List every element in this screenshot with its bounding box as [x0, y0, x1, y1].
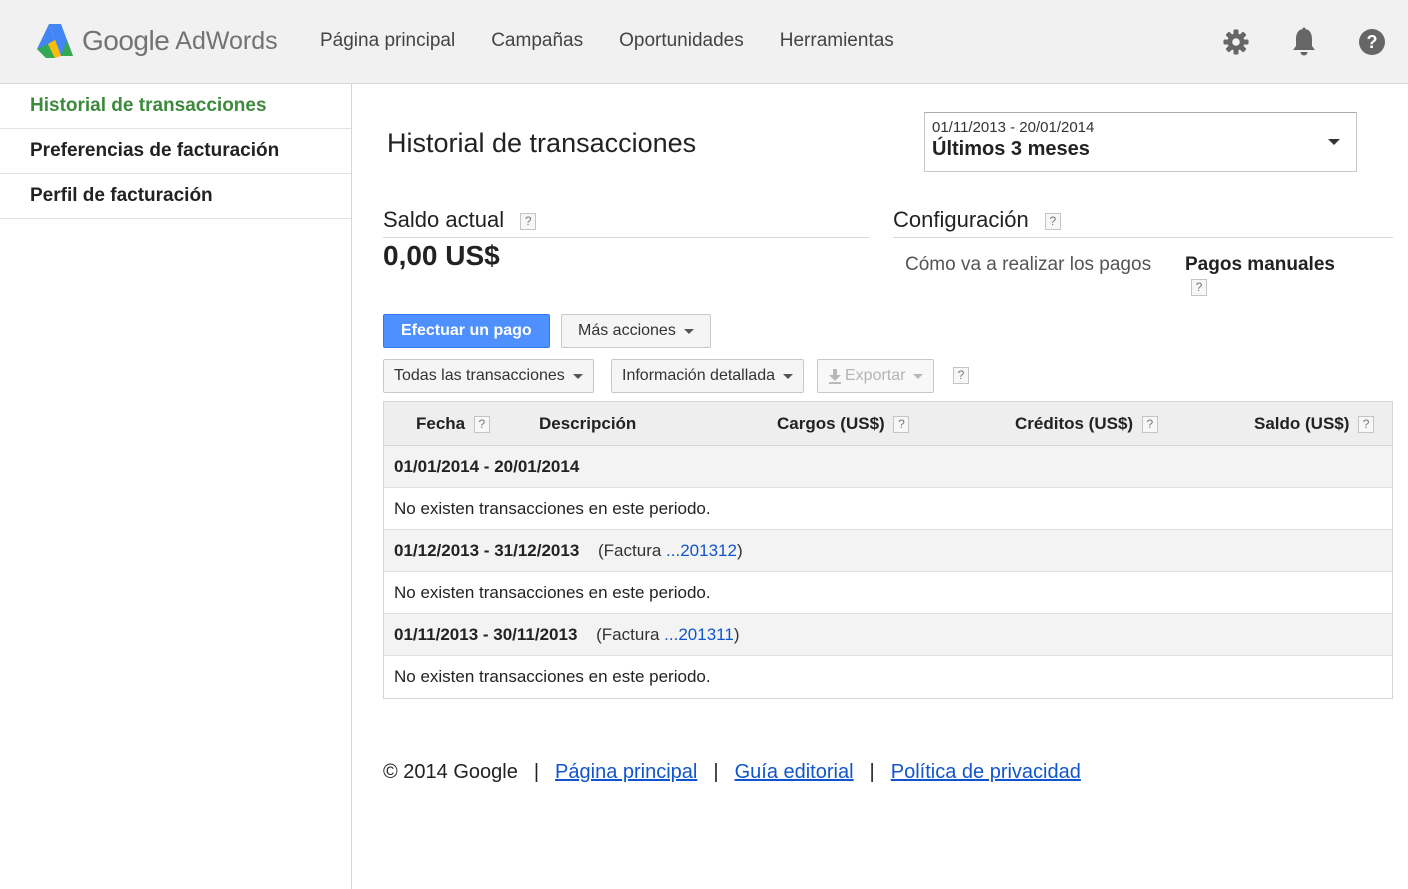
top-nav: Página principal Campañas Oportunidades … — [320, 30, 930, 52]
config-help-icon[interactable]: ? — [1044, 212, 1061, 230]
config-divider — [893, 237, 1393, 238]
logo-adwords-text: AdWords — [175, 26, 278, 55]
table-row: No existen transacciones en este periodo… — [384, 572, 1392, 614]
top-icons: ? — [1184, 26, 1388, 58]
adwords-logo-icon — [37, 24, 73, 58]
more-actions-button[interactable]: Más acciones — [561, 314, 711, 348]
sidebar: Historial de transacciones Preferencias … — [0, 84, 352, 889]
invoice-suffix: ) — [733, 625, 740, 644]
chevron-down-icon — [683, 328, 694, 334]
invoice-prefix: (Factura — [598, 541, 667, 560]
sidebar-item-preferencias[interactable]: Preferencias de facturación — [0, 129, 351, 174]
column-creditos: Créditos (US$) ? — [1015, 414, 1158, 434]
nav-herramientas[interactable]: Herramientas — [780, 30, 894, 52]
fecha-help-icon[interactable]: ? — [473, 416, 490, 434]
footer-separator: | — [869, 761, 875, 783]
date-range-text: 01/11/2013 - 20/01/2014 — [932, 119, 1095, 136]
invoice-ref: (Factura ...201311) — [596, 625, 739, 644]
chevron-down-icon — [913, 373, 924, 379]
make-payment-button[interactable]: Efectuar un pago — [383, 314, 550, 348]
export-button[interactable]: Exportar — [817, 359, 935, 393]
column-cargos: Cargos (US$) ? — [777, 414, 910, 434]
transactions-filter-label: Todas las transacciones — [394, 367, 565, 384]
payment-method-help-icon[interactable]: ? — [1191, 279, 1207, 296]
balance-help-icon[interactable]: ? — [520, 212, 537, 230]
footer: © 2014 Google | Página principal | Guía … — [383, 761, 1081, 784]
invoice-link[interactable]: ...201311 — [664, 625, 734, 644]
payment-method-label: Cómo va a realizar los pagos — [905, 254, 1152, 275]
footer-link-pagina-principal[interactable]: Página principal — [555, 761, 697, 784]
invoice-suffix: ) — [736, 541, 743, 560]
nav-pagina-principal[interactable]: Página principal — [320, 30, 455, 52]
period-range: 01/11/2013 - 30/11/2013 — [394, 625, 578, 644]
more-actions-label: Más acciones — [578, 322, 676, 339]
period-range: 01/01/2014 - 20/01/2014 — [394, 457, 580, 476]
download-icon — [829, 369, 841, 384]
period-row: 01/12/2013 - 31/12/2013 (Factura ...2013… — [384, 530, 1392, 572]
chevron-down-icon — [782, 373, 793, 379]
main-content: Historial de transacciones 01/11/2013 - … — [352, 84, 1408, 889]
period-range: 01/12/2013 - 31/12/2013 — [394, 541, 580, 560]
footer-separator: | — [713, 761, 719, 783]
column-fecha[interactable]: Fecha ? — [416, 414, 490, 434]
column-saldo-label: Saldo (US$) — [1254, 414, 1350, 433]
svg-text:?: ? — [1367, 32, 1378, 52]
column-creditos-label: Créditos (US$) — [1015, 414, 1134, 433]
footer-link-guia-editorial[interactable]: Guía editorial — [735, 761, 854, 784]
sidebar-item-historial[interactable]: Historial de transacciones — [0, 84, 351, 129]
column-saldo: Saldo (US$) ? — [1254, 414, 1375, 434]
footer-separator: | — [533, 761, 540, 783]
column-descripcion: Descripción — [539, 414, 636, 434]
column-descripcion-label: Descripción — [539, 414, 637, 433]
config-heading-text: Configuración — [893, 207, 1029, 232]
bell-icon[interactable] — [1288, 26, 1320, 58]
saldo-help-icon[interactable]: ? — [1358, 416, 1375, 434]
page-title: Historial de transacciones — [387, 128, 697, 158]
table-row: No existen transacciones en este periodo… — [384, 656, 1392, 698]
adwords-logo[interactable]: Google AdWords — [36, 22, 278, 60]
period-row: 01/11/2013 - 30/11/2013 (Factura ...2013… — [384, 614, 1392, 656]
top-bar: Google AdWords Página principal Campañas… — [0, 0, 1408, 84]
nav-oportunidades[interactable]: Oportunidades — [619, 30, 744, 52]
transactions-table: Fecha ? Descripción Cargos (US$) ? Crédi… — [383, 401, 1393, 699]
help-icon[interactable]: ? — [1356, 26, 1388, 58]
column-fecha-label: Fecha — [416, 414, 466, 433]
transactions-filter-dropdown[interactable]: Todas las transacciones — [383, 359, 594, 393]
balance-value: 0,00 US$ — [383, 240, 500, 271]
balance-divider — [383, 237, 869, 238]
nav-campanas[interactable]: Campañas — [491, 30, 583, 52]
config-heading: Configuración ? — [893, 207, 1061, 233]
detail-label: Información detallada — [622, 367, 775, 384]
copyright: © 2014 Google — [383, 761, 518, 783]
make-payment-label: Efectuar un pago — [401, 322, 532, 339]
table-header: Fecha ? Descripción Cargos (US$) ? Crédi… — [384, 402, 1392, 446]
invoice-link[interactable]: ...201312 — [666, 541, 737, 560]
column-cargos-label: Cargos (US$) — [777, 414, 885, 433]
invoice-prefix: (Factura — [596, 625, 665, 644]
date-range-label: Últimos 3 meses — [932, 138, 1090, 160]
chevron-down-icon — [1328, 139, 1340, 145]
invoice-ref: (Factura ...201312) — [598, 541, 743, 560]
toolbar-help-icon[interactable]: ? — [953, 367, 969, 384]
date-range-selector[interactable]: 01/11/2013 - 20/01/2014 Últimos 3 meses — [924, 112, 1357, 172]
footer-link-politica-privacidad[interactable]: Política de privacidad — [891, 761, 1081, 784]
export-label: Exportar — [845, 367, 906, 384]
payment-method-value: Pagos manuales — [1185, 254, 1335, 275]
cargos-help-icon[interactable]: ? — [893, 416, 910, 434]
logo-google-text: Google — [82, 25, 170, 56]
table-row: No existen transacciones en este periodo… — [384, 488, 1392, 530]
period-row: 01/01/2014 - 20/01/2014 — [384, 446, 1392, 488]
chevron-down-icon — [572, 373, 583, 379]
balance-heading: Saldo actual ? — [383, 207, 537, 233]
creditos-help-icon[interactable]: ? — [1141, 416, 1158, 434]
detail-dropdown[interactable]: Información detallada — [611, 359, 804, 393]
balance-heading-text: Saldo actual — [383, 207, 505, 232]
sidebar-item-perfil[interactable]: Perfil de facturación — [0, 174, 351, 219]
gear-icon[interactable] — [1220, 26, 1252, 58]
